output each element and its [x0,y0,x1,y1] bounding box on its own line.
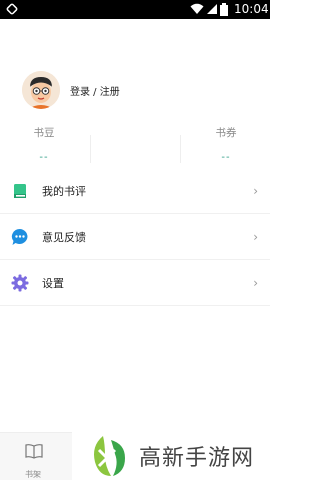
stat-book-beans[interactable]: 书豆 -- [14,125,74,163]
chevron-right-icon: › [253,230,258,244]
status-bar: 10:04 [0,0,270,19]
signal-icon [207,4,217,14]
chevron-right-icon: › [253,184,258,198]
menu-item-my-reviews[interactable]: 我的书评 › [0,168,270,214]
notification-icon [5,2,19,16]
chat-bubble-icon [10,227,30,247]
watermark: 高新手游网 [85,432,270,480]
menu-list: 我的书评 › 意见反馈 › 设置 › [0,168,270,306]
wifi-icon [190,3,204,14]
stat-divider [180,135,181,163]
watermark-logo-icon [94,436,125,476]
avatar-icon [22,71,60,109]
menu-item-label: 设置 [42,276,64,290]
stat-value: -- [221,152,231,163]
menu-item-settings[interactable]: 设置 › [0,260,270,306]
menu-item-label: 意见反馈 [42,230,86,244]
menu-item-label: 我的书评 [42,184,86,198]
stat-divider [90,135,91,163]
battery-icon [220,3,228,16]
stats-row: 书豆 -- 书券 -- [0,125,270,165]
stat-label: 书券 [215,127,237,139]
tab-label: 书架 [25,470,41,479]
bookshelf-icon [25,444,43,459]
tab-bookshelf[interactable]: 书架 [0,433,72,480]
book-icon [10,181,30,201]
login-register-link[interactable]: 登录 / 注册 [70,83,120,98]
gear-icon [10,273,30,293]
chevron-right-icon: › [253,276,258,290]
avatar[interactable] [22,71,60,109]
watermark-text: 高新手游网 [139,446,255,471]
stat-label: 书豆 [33,127,55,139]
status-time: 10:04 [234,2,269,16]
profile-header[interactable]: 登录 / 注册 [22,70,120,110]
stat-book-coupons[interactable]: 书券 -- [196,125,256,163]
bottom-tab-bar: 书架 [0,432,72,480]
stat-value: -- [39,152,49,163]
menu-item-feedback[interactable]: 意见反馈 › [0,214,270,260]
